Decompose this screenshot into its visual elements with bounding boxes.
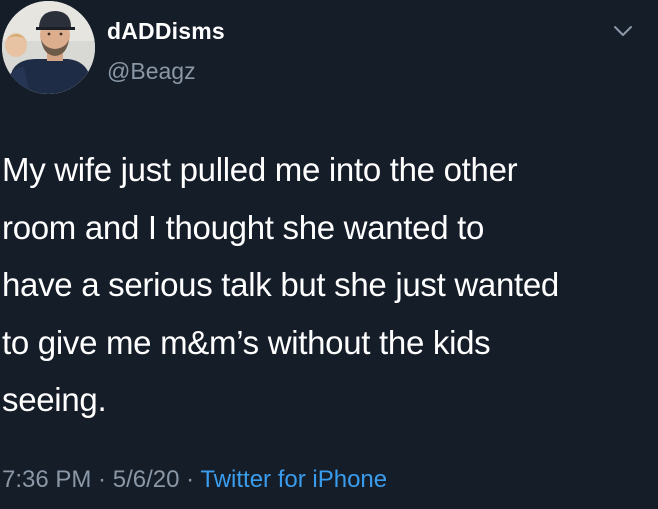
tweet-time[interactable]: 7:36 PM [2, 466, 91, 493]
tweet-body: My wife just pulled me into the other ro… [2, 141, 652, 429]
tweet-text-line: seeing. [2, 381, 107, 418]
meta-separator: · [179, 466, 201, 493]
tweet-card: dADDisms @Beagz My wife just pulled me i… [0, 0, 658, 509]
tweet-text-line: My wife just pulled me into the other [2, 151, 518, 188]
tweet-date[interactable]: 5/6/20 [113, 466, 180, 493]
tweet-text-line: have a serious talk but she just wanted [2, 266, 559, 303]
author-display-name[interactable]: dADDisms [107, 16, 225, 46]
avatar-photo [2, 1, 95, 94]
avatar[interactable] [2, 1, 95, 94]
meta-separator: · [91, 466, 113, 493]
tweet-source-link[interactable]: Twitter for iPhone [200, 466, 387, 493]
tweet-metadata: 7:36 PM · 5/6/20 · Twitter for iPhone [2, 464, 387, 496]
tweet-text-line: to give me m&m’s without the kids [2, 323, 491, 361]
tweet-text-line: room and I thought she wanted to [2, 208, 485, 246]
chevron-down-icon[interactable] [610, 22, 636, 40]
author-handle[interactable]: @Beagz [107, 56, 196, 86]
